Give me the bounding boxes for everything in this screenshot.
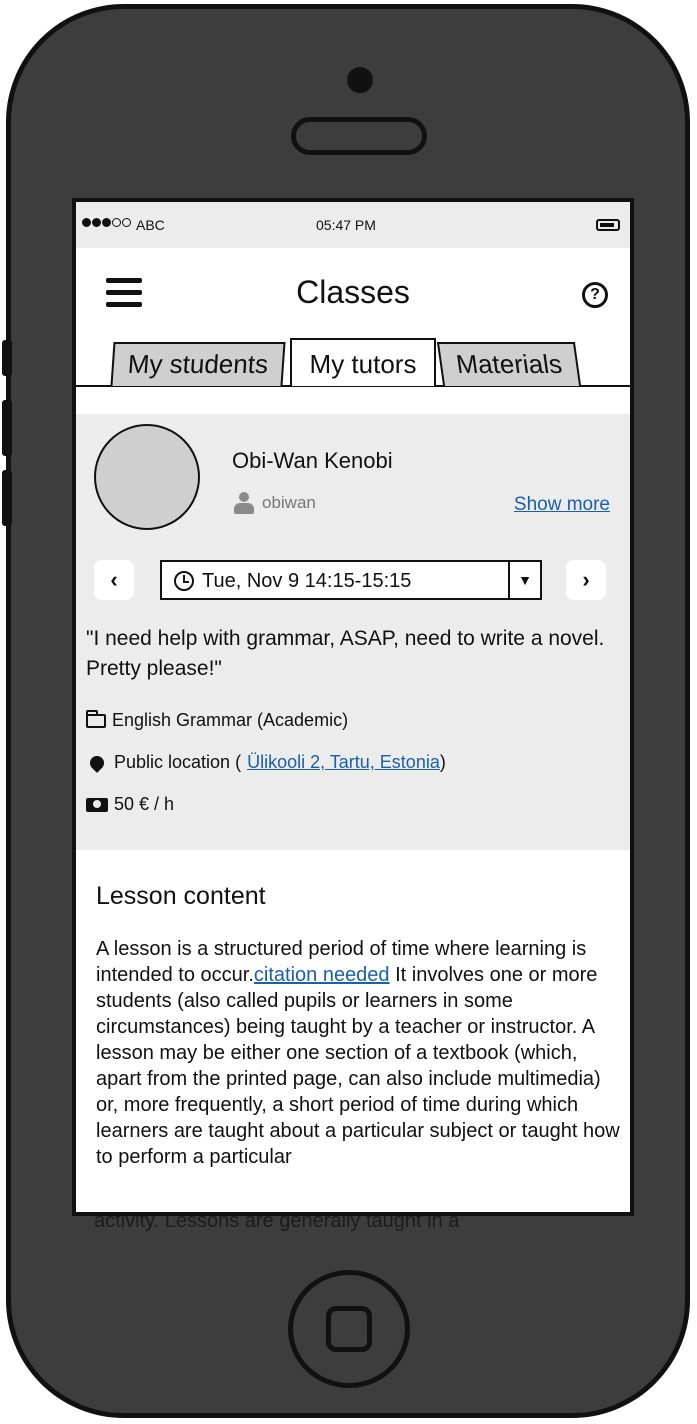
- tab-my-students[interactable]: My students: [110, 342, 286, 386]
- next-date-button[interactable]: ›: [566, 560, 606, 600]
- tab-materials[interactable]: Materials: [436, 342, 582, 386]
- show-more-link[interactable]: Show more: [514, 494, 610, 516]
- location-link[interactable]: Ülikooli 2, Tartu, Estonia: [247, 752, 440, 773]
- camera-dot: [347, 67, 373, 93]
- tab-my-tutors[interactable]: My tutors: [290, 338, 436, 386]
- tutor-username: obiwan: [262, 493, 316, 512]
- home-square-icon: [326, 1306, 372, 1352]
- side-button-volume-down: [2, 470, 12, 526]
- clock-icon: [174, 571, 194, 591]
- location-suffix: ): [439, 752, 446, 772]
- tutor-card: Obi-Wan Kenobi obiwan Show more ‹ Tue, N…: [76, 414, 630, 850]
- status-time: 05:47 PM: [316, 217, 376, 233]
- folder-icon: [86, 709, 106, 728]
- money-icon: [86, 797, 108, 812]
- lesson-text-part-2: It involves one or more students (also c…: [96, 964, 620, 1168]
- status-bar: ABC 05:47 PM: [76, 202, 630, 248]
- side-button-mute: [2, 340, 12, 376]
- location-pin-icon: [87, 752, 107, 773]
- lesson-content-heading: Lesson content: [96, 882, 266, 910]
- tab-bar: My students My tutors Materials: [76, 336, 630, 388]
- subject-row: English Grammar (Academic): [86, 709, 349, 731]
- previous-date-button[interactable]: ‹: [94, 560, 134, 600]
- nav-bar: Classes ?: [76, 248, 630, 336]
- speaker-slot: [291, 117, 427, 155]
- price-row: 50 € / h: [86, 794, 174, 815]
- page-title: Classes: [296, 274, 410, 310]
- phone-screen: ABC 05:47 PM Classes ? My students My tu…: [72, 198, 634, 1216]
- location-prefix: Public location (: [114, 752, 242, 772]
- tutor-name: Obi-Wan Kenobi: [232, 448, 393, 473]
- chevron-down-icon[interactable]: ▼: [508, 562, 540, 598]
- request-text: "I need help with grammar, ASAP, need to…: [86, 627, 605, 680]
- help-icon[interactable]: ?: [582, 282, 608, 308]
- battery-icon: [596, 219, 620, 231]
- avatar: [94, 424, 200, 530]
- lesson-content-text: A lesson is a structured period of time …: [96, 936, 626, 1170]
- location-row: Public location (Ülikooli 2, Tartu, Esto…: [86, 752, 446, 773]
- home-button[interactable]: [288, 1270, 410, 1388]
- citation-needed-link[interactable]: citation needed: [254, 964, 390, 986]
- subject-label: English Grammar (Academic): [112, 710, 349, 730]
- carrier-name: ABC: [136, 217, 165, 233]
- user-icon: [234, 492, 254, 514]
- price-label: 50 € / h: [114, 794, 175, 814]
- side-button-volume-up: [2, 400, 12, 456]
- signal-icon: [82, 218, 131, 227]
- date-slot-select[interactable]: Tue, Nov 9 14:15-15:15 ▼: [160, 560, 542, 600]
- date-slot-value: Tue, Nov 9 14:15-15:15: [202, 570, 412, 592]
